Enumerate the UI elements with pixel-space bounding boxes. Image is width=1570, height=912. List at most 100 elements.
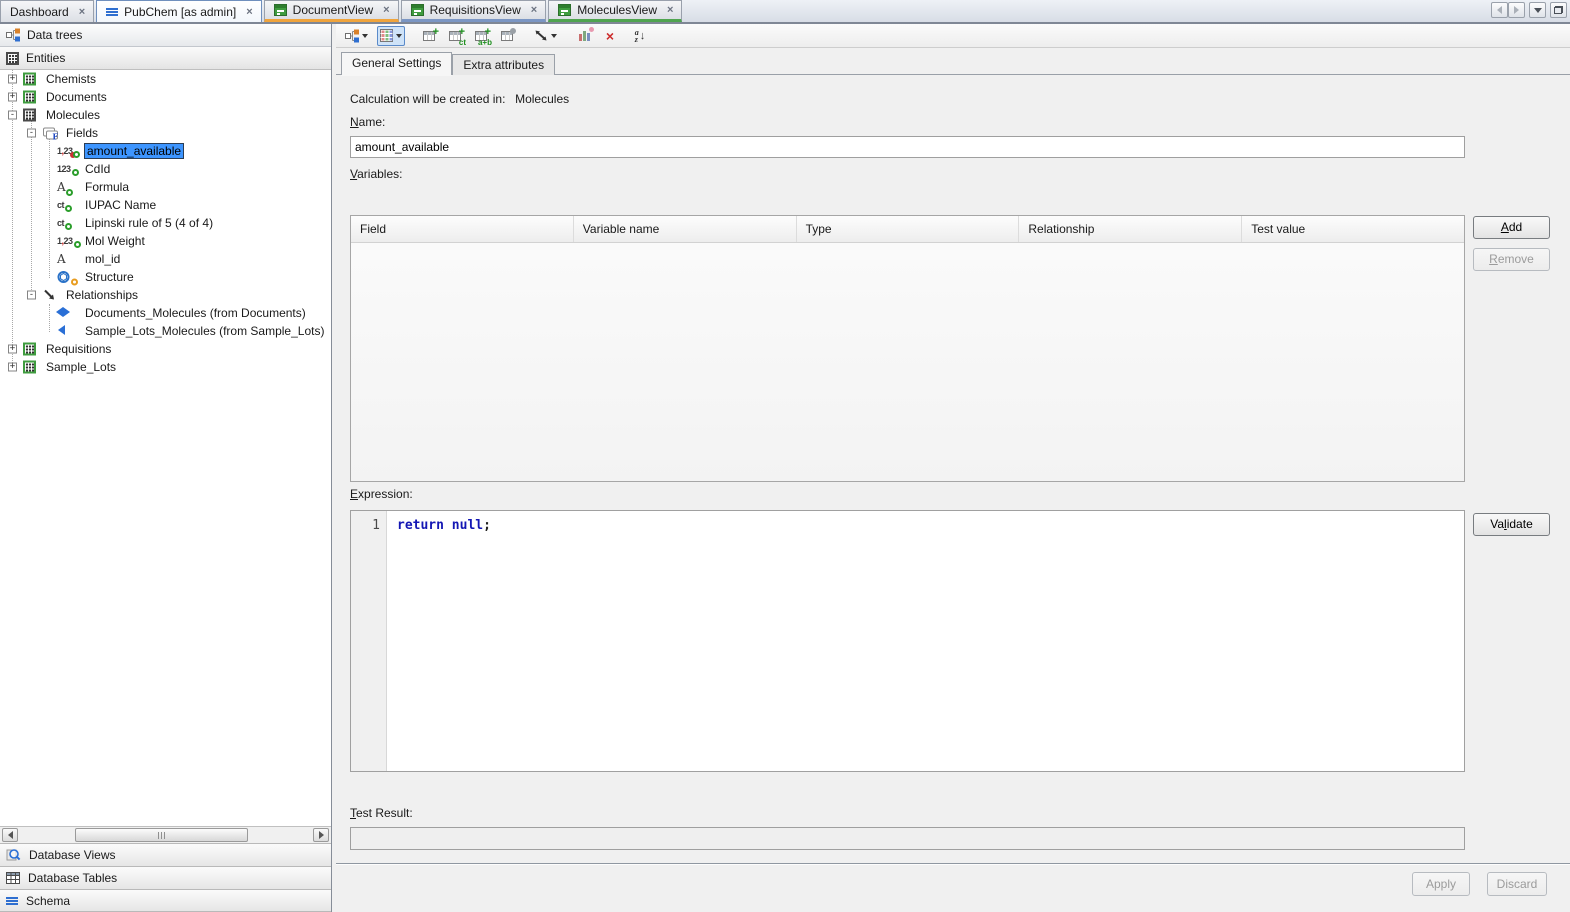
scroll-right-arrow[interactable]	[313, 828, 329, 842]
expression-editor[interactable]: 1 return null;	[350, 510, 1465, 772]
tree-item-lipinski[interactable]: ct Lipinski rule of 5 (4 of 4)	[0, 214, 331, 232]
close-icon[interactable]: ×	[383, 5, 389, 15]
new-standard-field-button[interactable]: +	[419, 26, 439, 46]
tab-moleculesview[interactable]: MoleculesView ×	[548, 0, 682, 22]
new-relationship-button[interactable]	[531, 26, 560, 46]
tab-extra-attributes[interactable]: Extra attributes	[452, 54, 555, 75]
validate-button[interactable]: Validate	[1473, 513, 1550, 536]
schema-icon	[106, 7, 118, 17]
add-button[interactable]: Add	[1473, 216, 1550, 239]
apply-button[interactable]: Apply	[1412, 872, 1470, 896]
data-trees-header[interactable]: Data trees	[0, 24, 331, 47]
created-in-value: Molecules	[515, 92, 569, 106]
category-database-views[interactable]: Database Views	[0, 843, 331, 866]
discard-button[interactable]: Discard	[1487, 872, 1547, 896]
data-tree-icon	[6, 28, 20, 42]
window-tab-bar: Dashboard × PubChem [as admin] × Documen…	[0, 0, 1570, 24]
tree-item-mol-weight[interactable]: 1,23 Mol Weight	[0, 232, 331, 250]
tree-item-sample-lots-molecules[interactable]: Sample_Lots_Molecules (from Sample_Lots)	[0, 322, 331, 340]
category-schema[interactable]: Schema	[0, 889, 331, 912]
column-header-relationship[interactable]: Relationship	[1019, 216, 1242, 242]
tree-item-fields[interactable]: - F Fields	[0, 124, 331, 142]
close-icon[interactable]: ×	[79, 7, 85, 17]
tree-item-chemists[interactable]: + Chemists	[0, 70, 331, 88]
tab-label: RequisitionsView	[430, 3, 521, 17]
close-icon[interactable]: ×	[667, 5, 673, 15]
expression-code[interactable]: return null;	[397, 518, 491, 533]
expand-icon[interactable]: +	[8, 345, 17, 354]
tree-item-documents[interactable]: + Documents	[0, 88, 331, 106]
relationship-arrow-icon	[534, 29, 548, 42]
plus-icon: +	[433, 26, 439, 38]
tree-item-iupac-name[interactable]: ct IUPAC Name	[0, 196, 331, 214]
variables-table[interactable]: Field Variable name Type Relationship Te…	[350, 215, 1465, 482]
tab-list-dropdown-button[interactable]	[1529, 2, 1546, 18]
dropdown-arrow-icon	[551, 34, 557, 38]
variables-table-header: Field Variable name Type Relationship Te…	[351, 216, 1464, 243]
tab-documentview[interactable]: DocumentView ×	[264, 0, 399, 22]
status-badge	[72, 169, 79, 176]
expand-icon[interactable]: +	[8, 93, 17, 102]
tree-item-structure[interactable]: Structure	[0, 268, 331, 286]
column-header-field[interactable]: Field	[351, 216, 574, 242]
tree-item-amount-available[interactable]: 1,23 amount_available	[0, 142, 331, 160]
entity-table-icon	[23, 343, 36, 356]
entity-tree[interactable]: + Chemists + Documents - Molecules - F F…	[0, 70, 331, 826]
tree-item-requisitions[interactable]: + Requisitions	[0, 340, 331, 358]
entities-category-header[interactable]: Entities	[0, 47, 331, 70]
dropdown-arrow-icon	[362, 34, 368, 38]
tab-general-settings[interactable]: General Settings	[341, 52, 452, 75]
tab-dashboard[interactable]: Dashboard ×	[0, 0, 94, 22]
collapse-icon[interactable]: -	[27, 129, 36, 138]
expand-icon[interactable]: +	[8, 75, 17, 84]
schema-icon	[6, 896, 18, 906]
expand-icon[interactable]: +	[8, 363, 17, 372]
sort-button[interactable]: az ↓	[630, 26, 650, 46]
analyse-field-button[interactable]	[574, 26, 594, 46]
column-header-type[interactable]: Type	[797, 216, 1020, 242]
select-data-tree-button[interactable]	[342, 26, 371, 46]
tree-item-mol-id[interactable]: A mol_id	[0, 250, 331, 268]
tree-item-formula[interactable]: A Formula	[0, 178, 331, 196]
column-header-variable-name[interactable]: Variable name	[574, 216, 797, 242]
status-badge	[73, 151, 80, 158]
decimal-field-icon: 1,23	[57, 146, 73, 156]
relationship-icon	[43, 289, 56, 302]
tree-item-relationships[interactable]: - Relationships	[0, 286, 331, 304]
table-icon	[501, 31, 513, 41]
main-toolbar: + +ct +a+b ×	[336, 24, 1570, 48]
scroll-left-arrow[interactable]	[2, 828, 18, 842]
promote-field-button[interactable]	[497, 26, 517, 46]
close-icon[interactable]: ×	[246, 7, 252, 17]
database-views-icon	[6, 848, 21, 862]
tree-item-cdid[interactable]: 123 CdId	[0, 160, 331, 178]
scroll-tabs-left-button[interactable]	[1491, 2, 1508, 18]
grid-view-icon	[558, 4, 571, 16]
delete-button[interactable]: ×	[600, 26, 620, 46]
table-icon: +ct	[449, 31, 461, 41]
tab-requisitionsview[interactable]: RequisitionsView ×	[401, 0, 547, 22]
scrollbar-thumb[interactable]	[75, 828, 248, 842]
horizontal-scrollbar[interactable]	[0, 826, 331, 843]
tab-label: DocumentView	[293, 3, 373, 17]
entity-table-icon	[23, 109, 36, 122]
collapse-icon[interactable]: -	[27, 291, 36, 300]
name-input[interactable]	[350, 136, 1465, 158]
many-to-one-relationship-icon	[58, 324, 65, 338]
grid-view-settings-button[interactable]	[377, 26, 405, 46]
tree-item-molecules[interactable]: - Molecules	[0, 106, 331, 124]
column-header-test-value[interactable]: Test value	[1242, 216, 1464, 242]
scroll-tabs-right-button[interactable]	[1508, 2, 1525, 18]
new-chemical-terms-field-button[interactable]: +ct	[445, 26, 465, 46]
category-database-tables[interactable]: Database Tables	[0, 866, 331, 889]
restore-window-button[interactable]	[1550, 2, 1567, 18]
remove-button[interactable]: Remove	[1473, 248, 1550, 271]
tree-item-sample-lots[interactable]: + Sample_Lots	[0, 358, 331, 376]
test-result-field	[350, 827, 1465, 850]
expression-label: Expression:	[350, 487, 413, 501]
tree-item-documents-molecules[interactable]: Documents_Molecules (from Documents)	[0, 304, 331, 322]
new-calculated-field-button[interactable]: +a+b	[471, 26, 491, 46]
close-icon[interactable]: ×	[531, 5, 537, 15]
tab-pubchem[interactable]: PubChem [as admin] ×	[96, 0, 262, 22]
collapse-icon[interactable]: -	[8, 111, 17, 120]
